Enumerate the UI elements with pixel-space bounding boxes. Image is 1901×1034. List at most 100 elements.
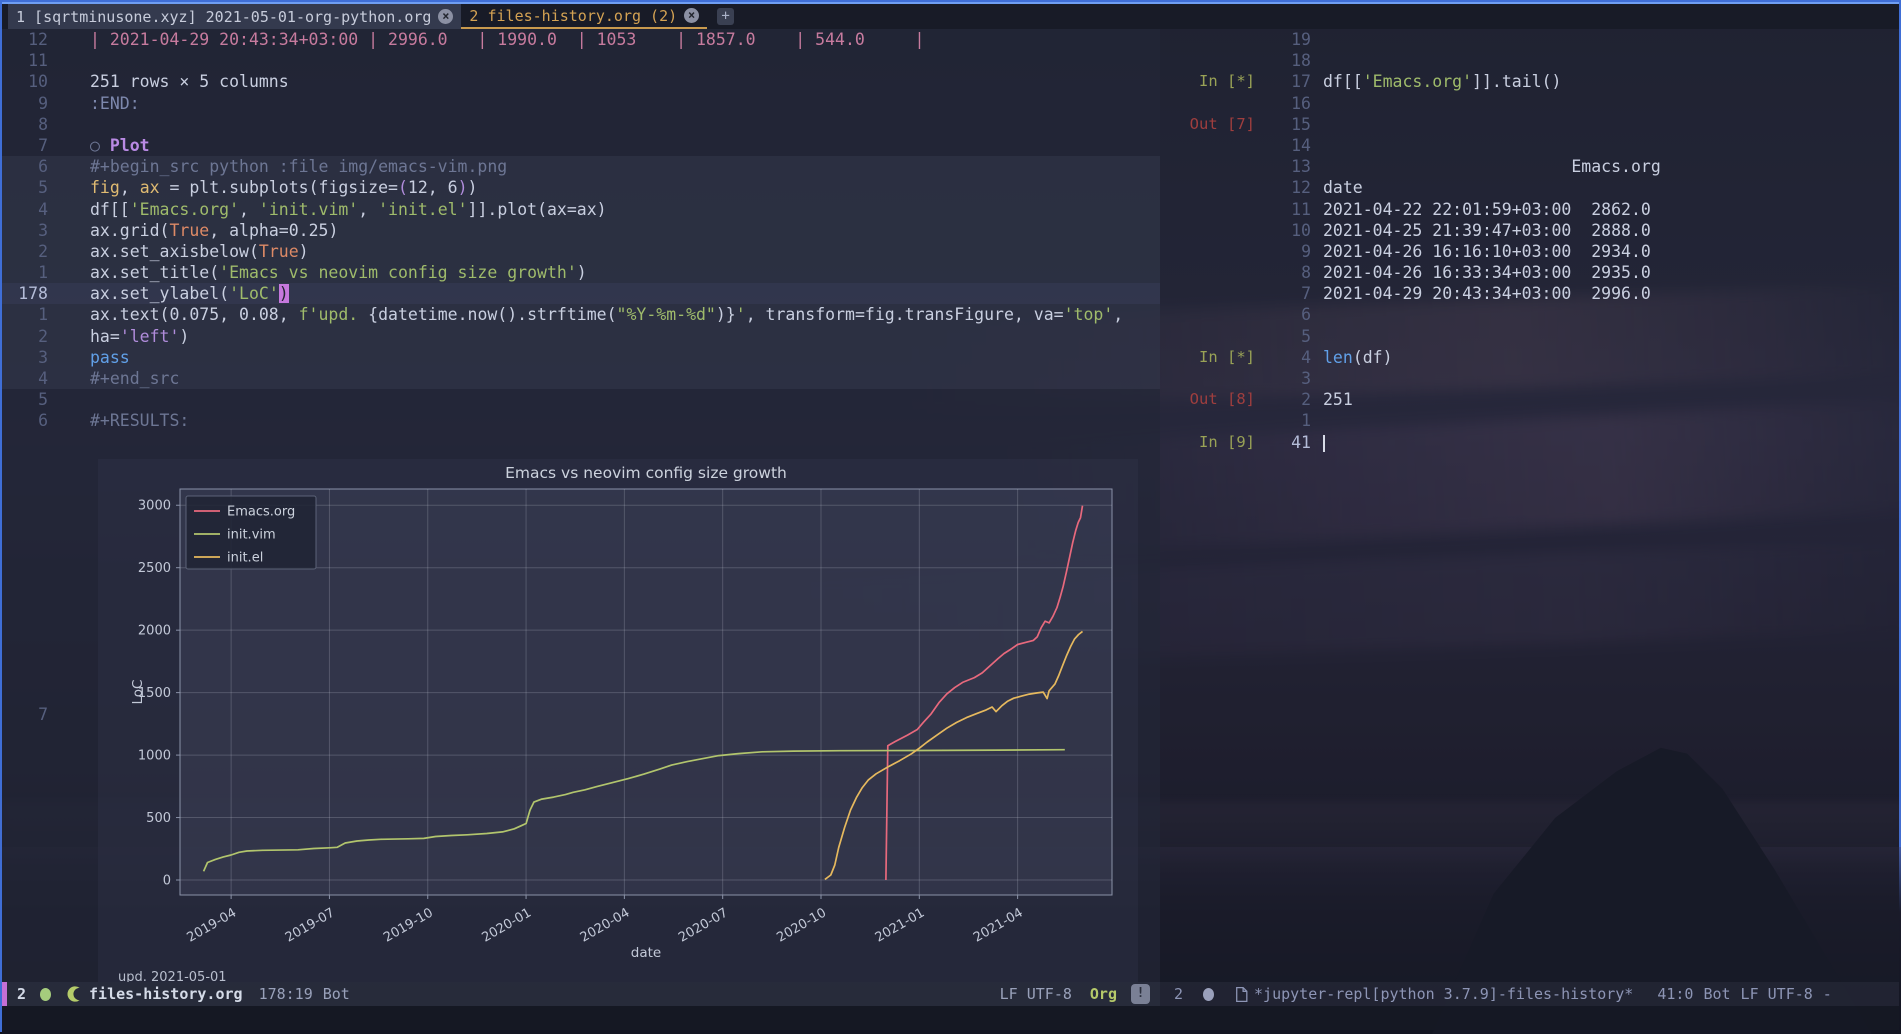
line-content: pass xyxy=(90,347,130,368)
editor-line[interactable]: 9:END: xyxy=(2,93,1160,114)
close-tab-icon[interactable]: × xyxy=(438,9,453,24)
code-token: {datetime.now().strftime( xyxy=(368,305,616,324)
editor-line[interactable]: 5 xyxy=(2,389,1160,410)
line-content: #+RESULTS: xyxy=(90,410,189,431)
editor-line[interactable]: 12| 2021-04-29 20:43:34+03:00 | 2996.0 |… xyxy=(2,29,1160,50)
line-content: ax.set_ylabel('LoC') xyxy=(90,283,289,304)
repl-line[interactable]: 16 xyxy=(1160,93,1899,114)
tab-label: 1 [sqrtminusone.xyz] 2021-05-01-org-pyth… xyxy=(16,8,431,26)
modeline-active[interactable]: 2 files-history.org 178:19 Bot LF UTF-8 … xyxy=(2,982,1160,1006)
frame-top-border xyxy=(2,2,1899,4)
code-token: | 2021-04-29 20:43:34+03:00 | 2996.0 | 1… xyxy=(90,30,924,49)
editor-line[interactable]: 6#+begin_src python :file img/emacs-vim.… xyxy=(2,156,1160,177)
code-token: 'left' xyxy=(120,327,180,346)
editor-line[interactable]: 178 ax.set_ylabel('LoC') xyxy=(2,283,1160,304)
repl-line[interactable]: 13 Emacs.org xyxy=(1160,156,1899,177)
svg-text:500: 500 xyxy=(146,811,171,826)
editor-line[interactable]: 4df[['Emacs.org', 'init.vim', 'init.el']… xyxy=(2,199,1160,220)
editor-line[interactable]: 1ax.text(0.075, 0.08, f'upd. {datetime.n… xyxy=(2,304,1160,325)
line-number: 1 xyxy=(2,304,48,325)
jupyter-repl-window[interactable]: 1918In [*]17df[['Emacs.org']].tail()16Ou… xyxy=(1160,29,1899,982)
echo-area[interactable] xyxy=(2,1006,1899,1030)
repl-line[interactable]: 72021-04-29 20:43:34+03:00 2996.0 xyxy=(1160,283,1899,304)
repl-line[interactable]: In [9]41 xyxy=(1160,432,1899,453)
repl-line[interactable]: In [*]17df[['Emacs.org']].tail() xyxy=(1160,71,1899,92)
code-token: 'top' xyxy=(1064,305,1114,324)
code-token: ) xyxy=(279,284,289,303)
code-token: ax xyxy=(140,178,160,197)
repl-line[interactable]: 112021-04-22 22:01:59+03:00 2862.0 xyxy=(1160,199,1899,220)
tab-bar: 1 [sqrtminusone.xyz] 2021-05-01-org-pyth… xyxy=(2,4,1899,29)
code-token: ) xyxy=(577,263,587,282)
repl-prompt xyxy=(1160,156,1255,177)
line-number: 18 xyxy=(1255,50,1311,71)
editor-line[interactable]: 1ax.set_title('Emacs vs neovim config si… xyxy=(2,262,1160,283)
repl-line[interactable]: Out [7]15 xyxy=(1160,114,1899,135)
code-token: fig xyxy=(90,178,120,197)
tab-org-python[interactable]: 1 [sqrtminusone.xyz] 2021-05-01-org-pyth… xyxy=(8,4,461,29)
cursor-position: 178:19 xyxy=(259,985,313,1003)
editor-line[interactable]: 4#+end_src xyxy=(2,368,1160,389)
line-number: 15 xyxy=(1255,114,1311,135)
repl-prompt xyxy=(1160,177,1255,198)
tab-files-history[interactable]: 2 files-history.org (2) × xyxy=(461,4,707,29)
repl-line[interactable]: 3 xyxy=(1160,368,1899,389)
editor-line[interactable]: 3ax.grid(True, alpha=0.25) xyxy=(2,220,1160,241)
line-number: 4 xyxy=(2,199,48,220)
code-token: Emacs.org xyxy=(1323,157,1661,176)
repl-line[interactable]: 102021-04-25 21:39:47+03:00 2888.0 xyxy=(1160,220,1899,241)
code-token: , xyxy=(120,178,140,197)
repl-line[interactable]: 5 xyxy=(1160,326,1899,347)
modeline-inactive[interactable]: 2 *jupyter-repl[python 3.7.9]-files-hist… xyxy=(1160,982,1899,1006)
line-number: 6 xyxy=(2,156,48,177)
repl-line[interactable]: 6 xyxy=(1160,304,1899,325)
code-token: ax.set_ylabel( xyxy=(90,284,229,303)
editor-line[interactable]: 7○ Plot xyxy=(2,135,1160,156)
line-content: 251 rows × 5 columns xyxy=(90,71,289,92)
line-content: fig, ax = plt.subplots(figsize=(12, 6)) xyxy=(90,177,477,198)
svg-text:date: date xyxy=(631,945,661,961)
org-mode-icon xyxy=(65,985,83,1003)
editor-line[interactable]: 8 xyxy=(2,114,1160,135)
svg-text:upd. 2021-05-01: upd. 2021-05-01 xyxy=(118,970,227,982)
cursor-position: 41:0 xyxy=(1657,985,1693,1003)
line-number: 4 xyxy=(2,368,48,389)
code-token: ) xyxy=(179,327,189,346)
line-number: 12 xyxy=(1255,177,1311,198)
code-token: 'Emacs.org' xyxy=(130,200,239,219)
code-token: ax.text(0.075, 0.08, xyxy=(90,305,299,324)
editor-lines: 12| 2021-04-29 20:43:34+03:00 | 2996.0 |… xyxy=(2,29,1160,432)
repl-line[interactable]: 18 xyxy=(1160,50,1899,71)
repl-line[interactable]: 82021-04-26 16:33:34+03:00 2935.0 xyxy=(1160,262,1899,283)
line-number: 2 xyxy=(1255,389,1311,410)
repl-prompt xyxy=(1160,410,1255,431)
editor-line[interactable]: 10251 rows × 5 columns xyxy=(2,71,1160,92)
line-number: 8 xyxy=(1255,262,1311,283)
editor-line[interactable]: 11 xyxy=(2,50,1160,71)
editor-line[interactable]: 3pass xyxy=(2,347,1160,368)
code-token: ax.set_title( xyxy=(90,263,219,282)
repl-line[interactable]: Out [8]2251 xyxy=(1160,389,1899,410)
line-number: 7 xyxy=(2,135,48,156)
new-tab-button[interactable]: + xyxy=(717,8,734,25)
editor-line[interactable]: 2ha='left') xyxy=(2,326,1160,347)
editor-line[interactable]: 5fig, ax = plt.subplots(figsize=(12, 6)) xyxy=(2,177,1160,198)
code-token: , xyxy=(1113,305,1123,324)
repl-prompt xyxy=(1160,220,1255,241)
code-token: ) xyxy=(458,178,468,197)
editor-line[interactable]: 6#+RESULTS: xyxy=(2,410,1160,431)
line-number: 9 xyxy=(2,93,48,114)
repl-line[interactable]: 1 xyxy=(1160,410,1899,431)
editor-line[interactable]: 2ax.set_axisbelow(True) xyxy=(2,241,1160,262)
close-tab-icon[interactable]: × xyxy=(684,8,699,23)
repl-line[interactable]: 19 xyxy=(1160,29,1899,50)
active-window-indicator xyxy=(2,982,7,1006)
repl-line[interactable]: 14 xyxy=(1160,135,1899,156)
repl-line[interactable]: 12date xyxy=(1160,177,1899,198)
repl-line[interactable]: 92021-04-26 16:16:10+03:00 2934.0 xyxy=(1160,241,1899,262)
line-number: 178 xyxy=(2,283,48,304)
repl-line[interactable]: In [*]4len(df) xyxy=(1160,347,1899,368)
major-mode[interactable]: Org xyxy=(1090,985,1117,1003)
line-content: ax.set_axisbelow(True) xyxy=(90,241,309,262)
org-editor-window[interactable]: 12| 2021-04-29 20:43:34+03:00 | 2996.0 |… xyxy=(2,29,1160,982)
